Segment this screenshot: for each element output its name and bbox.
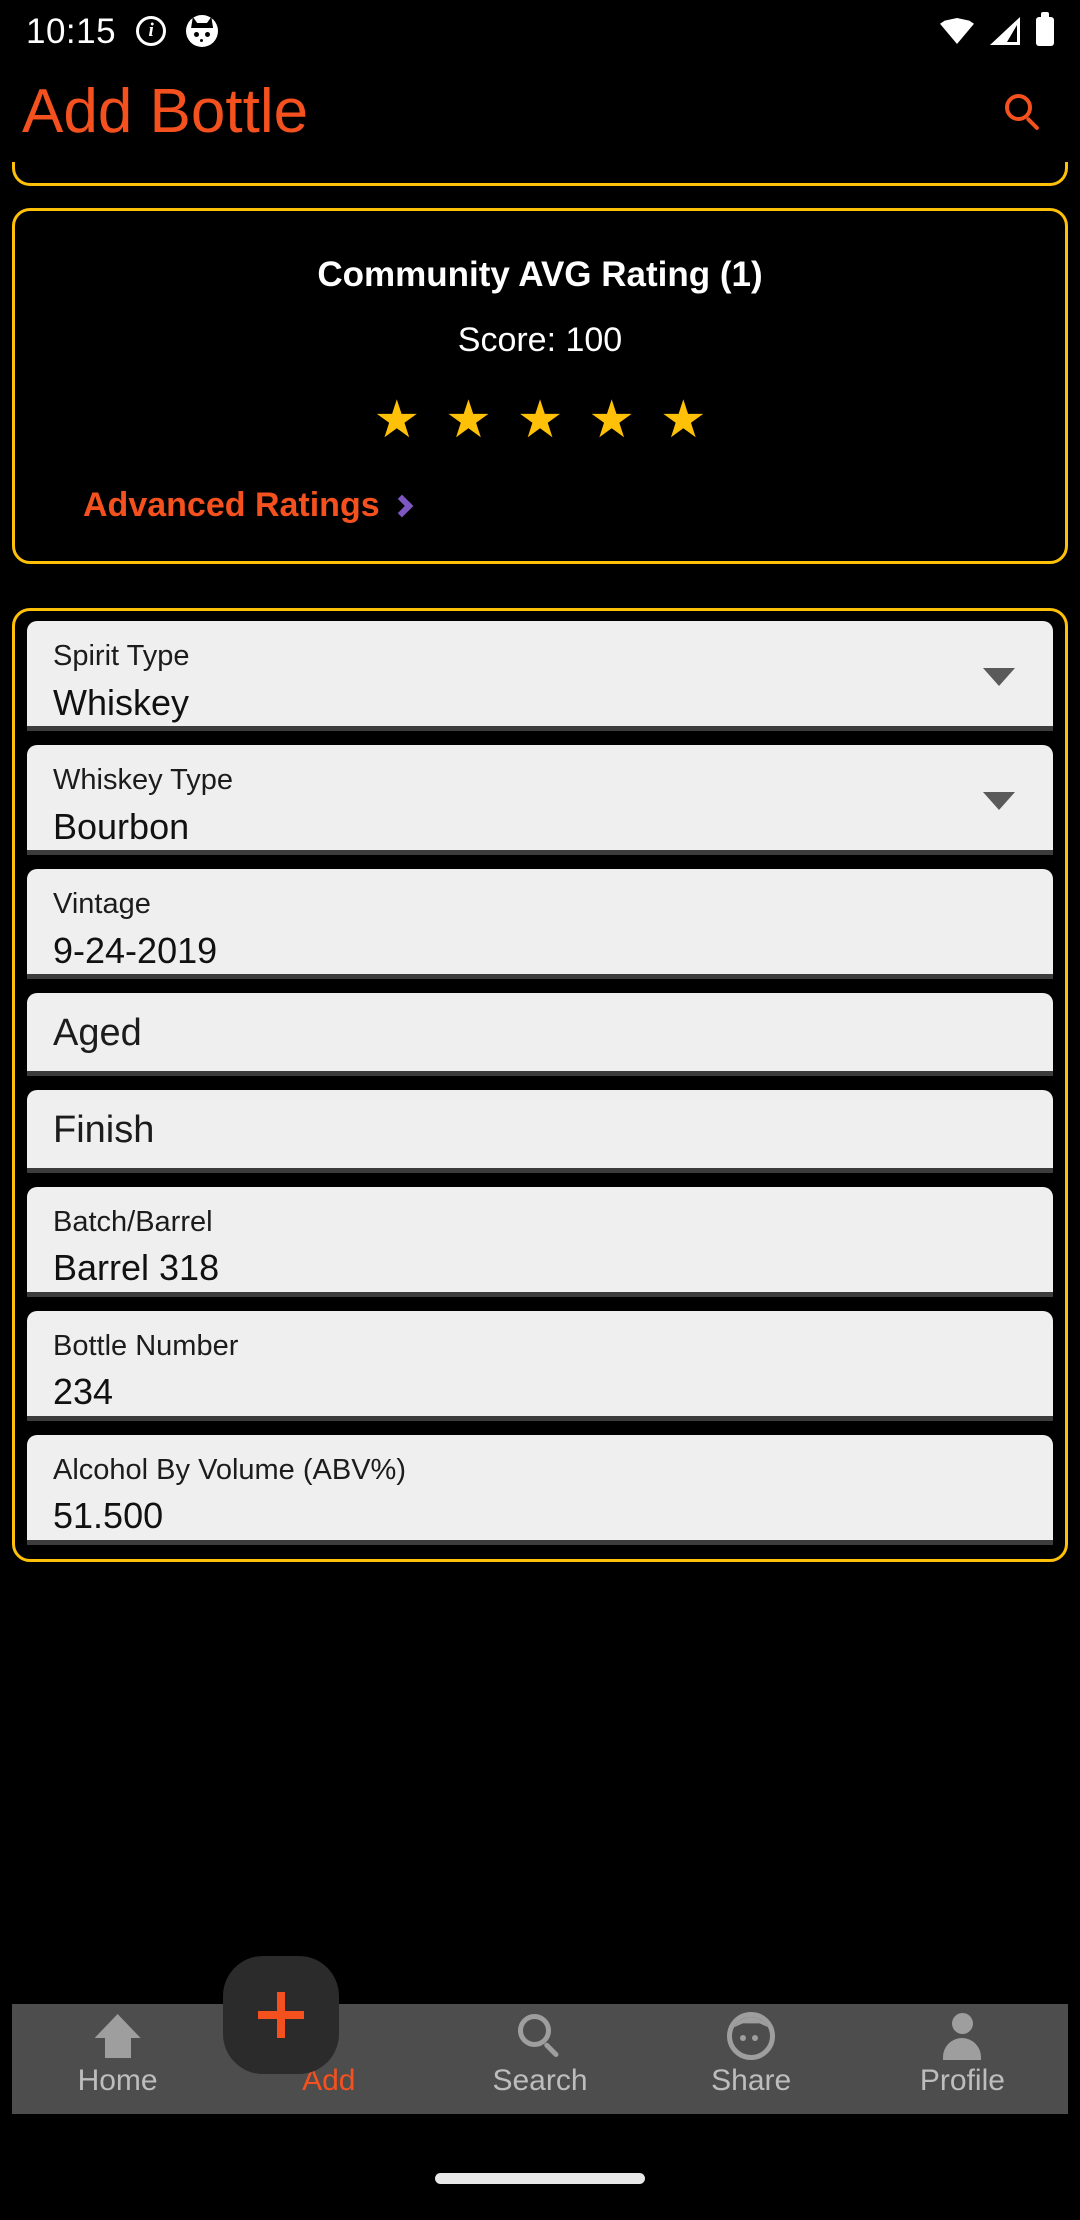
search-icon xyxy=(1005,94,1041,131)
field-value: 9-24-2019 xyxy=(53,929,218,971)
cellular-signal-icon xyxy=(990,17,1020,45)
share-face-icon xyxy=(727,2010,776,2062)
field-whiskey-type[interactable]: Whiskey Type Bourbon xyxy=(27,745,1053,855)
wifi-icon xyxy=(940,18,974,44)
app-screen: 10:15 i Add Bottle Community AVG Rating … xyxy=(0,0,1080,2220)
scroll-content[interactable]: Community AVG Rating (1) Score: 100 ★ ★ … xyxy=(0,162,1080,2062)
advanced-ratings-link[interactable]: Advanced Ratings xyxy=(35,486,1045,525)
star-icon: ★ xyxy=(373,391,421,449)
status-bar: 10:15 i xyxy=(0,0,1080,62)
field-vintage[interactable]: Vintage 9-24-2019 xyxy=(27,869,1053,979)
field-label: Bottle Number xyxy=(53,1329,239,1362)
system-home-indicator[interactable] xyxy=(435,2173,645,2184)
star-icon: ★ xyxy=(588,391,635,449)
field-label: Spirit Type xyxy=(53,640,190,672)
person-icon xyxy=(941,2010,983,2062)
battery-icon xyxy=(1036,11,1054,46)
field-finish[interactable]: Finish xyxy=(27,1089,1053,1173)
field-batch-barrel[interactable]: Batch/Barrel Barrel 318 xyxy=(27,1186,1053,1297)
community-rating-score: Score: 100 xyxy=(457,321,623,359)
chevron-down-icon[interactable] xyxy=(983,791,1015,810)
field-label: Batch/Barrel xyxy=(53,1205,213,1238)
nav-item-profile[interactable]: Profile xyxy=(857,2004,1068,2096)
face-icon xyxy=(186,15,219,47)
star-icon: ★ xyxy=(445,391,492,449)
chevron-right-icon xyxy=(390,494,413,517)
nav-label: Profile xyxy=(919,2064,1005,2097)
info-icon: i xyxy=(136,16,167,46)
app-bar: Add Bottle xyxy=(0,62,1080,162)
nav-item-share[interactable]: Share xyxy=(646,2004,857,2096)
chevron-down-icon[interactable] xyxy=(983,667,1015,686)
community-rating-title: Community AVG Rating (1) xyxy=(317,255,763,294)
previous-card-partial xyxy=(12,162,1068,186)
field-value: Whiskey xyxy=(53,681,190,723)
field-label: Finish xyxy=(53,1108,155,1151)
add-fab-button[interactable] xyxy=(223,1956,339,2074)
status-clock: 10:15 xyxy=(26,11,117,51)
nav-label: Share xyxy=(711,2064,792,2097)
field-aged[interactable]: Aged xyxy=(27,993,1053,1076)
nav-item-home[interactable]: Home xyxy=(12,2004,223,2096)
field-label: Aged xyxy=(53,1012,142,1054)
field-label: Whiskey Type xyxy=(53,764,233,796)
field-label: Alcohol By Volume (ABV%) xyxy=(53,1453,406,1486)
field-value: Bourbon xyxy=(53,805,190,847)
bottle-details-form-card: Spirit Type Whiskey Whiskey Type Bourbon… xyxy=(12,608,1068,1562)
field-value: Barrel 318 xyxy=(53,1247,220,1289)
status-bar-left: 10:15 i xyxy=(26,11,219,51)
search-button[interactable] xyxy=(988,77,1058,147)
bottom-navigation-bar: Home Add Search Share Profile xyxy=(12,2004,1068,2114)
star-rating: ★ ★ ★ ★ ★ xyxy=(35,394,1045,446)
nav-label: Home xyxy=(77,2064,158,2097)
plus-icon xyxy=(258,1992,304,2038)
field-bottle-number[interactable]: Bottle Number 234 xyxy=(27,1310,1053,1421)
star-icon: ★ xyxy=(659,391,707,449)
search-icon xyxy=(518,2010,562,2062)
community-rating-card: Community AVG Rating (1) Score: 100 ★ ★ … xyxy=(12,208,1068,564)
status-bar-right xyxy=(940,11,1054,46)
page-title: Add Bottle xyxy=(22,77,309,146)
field-value: 51.500 xyxy=(53,1495,164,1537)
star-icon: ★ xyxy=(516,391,564,449)
field-abv[interactable]: Alcohol By Volume (ABV%) 51.500 xyxy=(27,1434,1053,1545)
home-icon xyxy=(95,2010,141,2062)
field-label: Vintage xyxy=(53,888,151,920)
field-value: 234 xyxy=(53,1371,114,1413)
field-spirit-type[interactable]: Spirit Type Whiskey xyxy=(27,621,1053,731)
advanced-ratings-label: Advanced Ratings xyxy=(83,486,380,524)
nav-label: Search xyxy=(492,2064,588,2097)
nav-item-search[interactable]: Search xyxy=(434,2004,645,2096)
